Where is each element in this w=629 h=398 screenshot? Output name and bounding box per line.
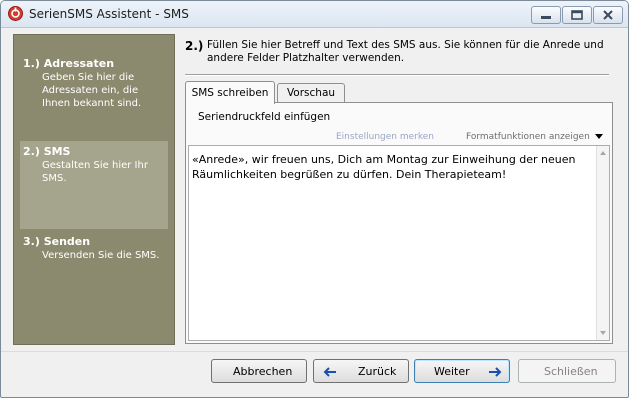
cancel-button[interactable]: Abbrechen xyxy=(211,359,307,383)
step-title: 2.) SMS xyxy=(23,145,71,158)
tab-vorschau[interactable]: Vorschau xyxy=(277,83,345,103)
close-button[interactable]: Schließen xyxy=(518,359,616,383)
maximize-button[interactable] xyxy=(562,6,592,24)
arrow-left-icon xyxy=(323,367,336,377)
app-icon xyxy=(8,6,23,21)
footer-divider xyxy=(1,351,628,352)
step-instructions: Füllen Sie hier Betreff und Text des SMS… xyxy=(207,39,604,64)
step-description: Gestalten Sie hier Ihr SMS. xyxy=(42,160,148,184)
close-window-button[interactable] xyxy=(593,6,623,24)
step-title: 1.) Adressaten xyxy=(23,57,115,70)
close-icon xyxy=(603,10,613,20)
sms-text-editor[interactable]: «Anrede», wir freuen uns, Dich am Montag… xyxy=(188,145,610,341)
window-title: SerienSMS Assistent - SMS xyxy=(29,7,189,21)
wizard-sidebar: 1.) Adressaten Geben Sie hier die Adress… xyxy=(13,34,175,345)
step-title: 3.) Senden xyxy=(23,235,91,248)
maximize-icon xyxy=(571,10,583,20)
sms-text[interactable]: «Anrede», wir freuen uns, Dich am Montag… xyxy=(192,152,588,182)
back-button[interactable]: Zurück xyxy=(313,359,409,383)
step-adressaten[interactable]: 1.) Adressaten Geben Sie hier die Adress… xyxy=(20,53,168,123)
step-number: 2.) xyxy=(185,39,204,53)
title-bar[interactable]: SerienSMS Assistent - SMS xyxy=(1,1,628,28)
next-button[interactable]: Weiter xyxy=(414,359,510,383)
step-senden[interactable]: 3.) Senden Versenden Sie die SMS. xyxy=(20,231,168,271)
merge-field-link[interactable]: Seriendruckfeld einfügen xyxy=(198,111,330,123)
header-divider xyxy=(185,74,609,76)
minimize-icon xyxy=(541,16,551,19)
settings-link[interactable]: Einstellungen merken xyxy=(336,132,434,142)
cancel-label: Abbrechen xyxy=(233,365,293,378)
arrow-right-icon xyxy=(489,367,502,377)
step-sms[interactable]: 2.) SMS Gestalten Sie hier Ihr SMS. xyxy=(20,141,168,229)
format-toggle[interactable]: Formatfunktionen anzeigen xyxy=(466,132,590,142)
scroll-up-icon[interactable] xyxy=(600,151,606,155)
scroll-down-icon[interactable] xyxy=(600,331,606,335)
app-window: SerienSMS Assistent - SMS 1.) Adressaten… xyxy=(0,0,629,398)
step-description: Geben Sie hier die Adressaten ein, die I… xyxy=(42,72,142,109)
close-label: Schließen xyxy=(544,365,598,378)
tab-panel: Seriendruckfeld einfügen Einstellungen m… xyxy=(185,102,613,344)
chevron-down-icon[interactable] xyxy=(595,134,603,139)
minimize-button[interactable] xyxy=(531,6,561,24)
next-label: Weiter xyxy=(434,365,470,378)
vertical-scrollbar[interactable] xyxy=(596,146,609,340)
tab-sms-schreiben[interactable]: SMS schreiben xyxy=(185,81,275,104)
back-label: Zurück xyxy=(358,365,397,378)
step-description: Versenden Sie die SMS. xyxy=(42,250,160,261)
